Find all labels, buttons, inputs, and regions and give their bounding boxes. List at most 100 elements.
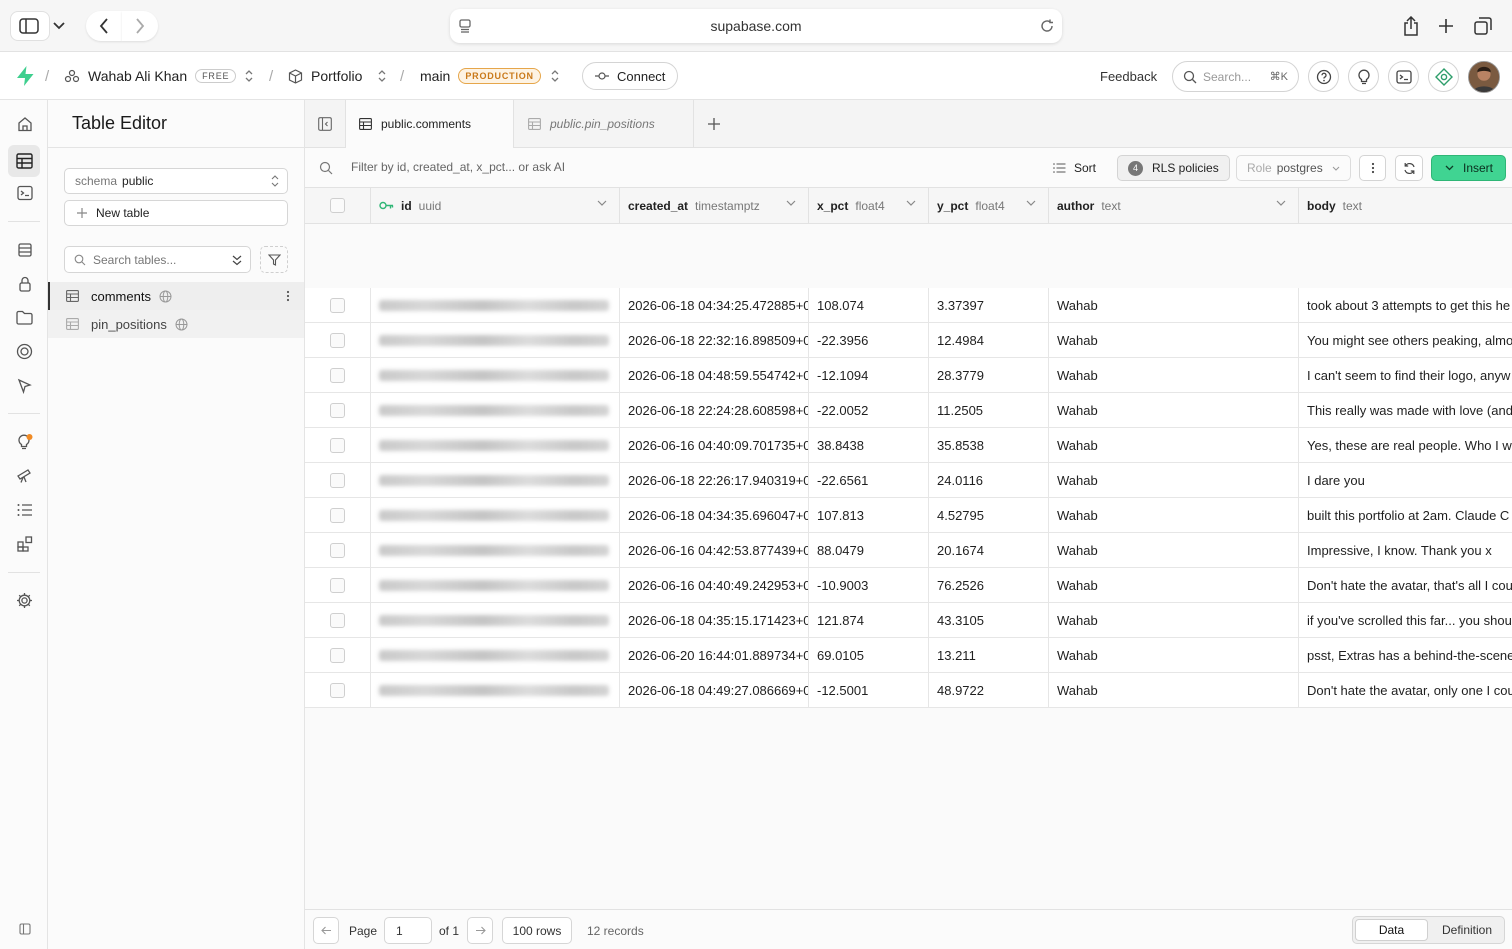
- id-cell[interactable]: [371, 533, 620, 568]
- column-header-body[interactable]: body text: [1299, 188, 1512, 224]
- auth-lock-icon[interactable]: [12, 271, 37, 296]
- collapse-sidebar-icon[interactable]: [305, 100, 346, 147]
- chevron-down-icon[interactable]: [906, 200, 916, 206]
- y-pct-cell[interactable]: 28.3779: [929, 358, 1049, 393]
- add-tab-icon[interactable]: [702, 100, 726, 148]
- storage-icon[interactable]: [12, 305, 37, 330]
- author-cell[interactable]: Wahab: [1049, 568, 1299, 603]
- sql-editor-icon[interactable]: [12, 180, 37, 205]
- id-cell[interactable]: [371, 673, 620, 708]
- y-pct-cell[interactable]: 4.52795: [929, 498, 1049, 533]
- logs-list-icon[interactable]: [12, 497, 37, 522]
- search-tables-input[interactable]: Search tables...: [64, 246, 251, 273]
- row-select-cell[interactable]: [305, 638, 371, 673]
- edge-functions-icon[interactable]: [12, 373, 37, 398]
- row-checkbox[interactable]: [330, 437, 345, 453]
- help-icon[interactable]: [1308, 61, 1339, 92]
- tab-public-comments[interactable]: public.comments: [346, 100, 514, 148]
- column-header-y-pct[interactable]: y_pct float4: [929, 188, 1049, 224]
- chevron-up-down-icon[interactable]: [244, 52, 254, 100]
- forward-icon[interactable]: [122, 11, 158, 41]
- created-at-cell[interactable]: 2026-06-18 04:35:15.171423+00: [620, 603, 809, 638]
- row-checkbox[interactable]: [330, 647, 345, 663]
- column-header-author[interactable]: author text: [1049, 188, 1299, 224]
- y-pct-cell[interactable]: 12.4984: [929, 323, 1049, 358]
- id-cell[interactable]: [371, 498, 620, 533]
- database-icon[interactable]: [12, 237, 37, 262]
- chevrons-icon[interactable]: [232, 254, 242, 266]
- body-cell[interactable]: psst, Extras has a behind-the-scene: [1299, 638, 1512, 673]
- row-select-cell[interactable]: [305, 568, 371, 603]
- body-cell[interactable]: You might see others peaking, almo: [1299, 323, 1512, 358]
- x-pct-cell[interactable]: -12.5001: [809, 673, 929, 708]
- project-name[interactable]: Portfolio: [311, 68, 362, 84]
- realtime-icon[interactable]: [12, 339, 37, 364]
- id-cell[interactable]: [371, 603, 620, 638]
- author-cell[interactable]: Wahab: [1049, 358, 1299, 393]
- table-editor-icon[interactable]: [8, 145, 40, 177]
- id-cell[interactable]: [371, 463, 620, 498]
- schema-selector[interactable]: schema public: [64, 168, 288, 194]
- created-at-cell[interactable]: 2026-06-20 16:44:01.889734+0: [620, 638, 809, 673]
- next-page-button[interactable]: [467, 917, 493, 944]
- chevron-up-down-icon[interactable]: [377, 52, 387, 100]
- org-switcher[interactable]: Wahab Ali Khan FREE: [64, 52, 237, 100]
- lightbulb-icon[interactable]: [1348, 61, 1379, 92]
- reports-telescope-icon[interactable]: [12, 463, 37, 488]
- y-pct-cell[interactable]: 3.37397: [929, 288, 1049, 323]
- x-pct-cell[interactable]: 121.874: [809, 603, 929, 638]
- row-select-cell[interactable]: [305, 323, 371, 358]
- filter-input[interactable]: Filter by id, created_at, x_pct... or as…: [351, 160, 565, 174]
- id-cell[interactable]: [371, 568, 620, 603]
- sidebar-toggle-icon[interactable]: [10, 11, 50, 41]
- body-cell[interactable]: built this portfolio at 2am. Claude C: [1299, 498, 1512, 533]
- advisor-icon[interactable]: [1428, 61, 1459, 92]
- settings-gear-icon[interactable]: [12, 588, 37, 613]
- y-pct-cell[interactable]: 20.1674: [929, 533, 1049, 568]
- back-icon[interactable]: [86, 11, 122, 41]
- x-pct-cell[interactable]: 108.074: [809, 288, 929, 323]
- x-pct-cell[interactable]: 107.813: [809, 498, 929, 533]
- author-cell[interactable]: Wahab: [1049, 323, 1299, 358]
- connect-button[interactable]: Connect: [582, 62, 679, 90]
- created-at-cell[interactable]: 2026-06-16 04:40:49.242953+0: [620, 568, 809, 603]
- id-cell[interactable]: [371, 428, 620, 463]
- project-switcher[interactable]: Portfolio: [288, 52, 362, 100]
- id-cell[interactable]: [371, 288, 620, 323]
- created-at-cell[interactable]: 2026-06-18 04:48:59.554742+0: [620, 358, 809, 393]
- chevron-down-icon[interactable]: [597, 200, 607, 206]
- tab-public-pin-positions[interactable]: public.pin_positions: [514, 100, 694, 147]
- y-pct-cell[interactable]: 35.8538: [929, 428, 1049, 463]
- column-header-x-pct[interactable]: x_pct float4: [809, 188, 929, 224]
- table-list-item-pin-positions[interactable]: pin_positions: [48, 310, 304, 338]
- row-checkbox[interactable]: [330, 612, 345, 628]
- column-header-id[interactable]: id uuid: [371, 188, 620, 224]
- y-pct-cell[interactable]: 76.2526: [929, 568, 1049, 603]
- created-at-cell[interactable]: 2026-06-16 04:42:53.877439+0: [620, 533, 809, 568]
- x-pct-cell[interactable]: -22.3956: [809, 323, 929, 358]
- row-checkbox[interactable]: [330, 542, 345, 558]
- org-name[interactable]: Wahab Ali Khan: [88, 68, 187, 84]
- row-checkbox[interactable]: [330, 332, 345, 348]
- table-list-item-comments[interactable]: comments: [48, 282, 304, 310]
- supabase-logo-icon[interactable]: [14, 52, 36, 100]
- body-cell[interactable]: Yes, these are real people. Who I w: [1299, 428, 1512, 463]
- rows-per-page-selector[interactable]: 100 rows: [502, 917, 572, 944]
- created-at-cell[interactable]: 2026-06-18 22:32:16.898509+0: [620, 323, 809, 358]
- previous-page-button[interactable]: [313, 917, 339, 944]
- data-tab-button[interactable]: Data: [1355, 919, 1428, 941]
- id-cell[interactable]: [371, 323, 620, 358]
- created-at-cell[interactable]: 2026-06-16 04:40:09.701735+0: [620, 428, 809, 463]
- definition-tab-button[interactable]: Definition: [1430, 919, 1504, 941]
- chevron-up-down-icon[interactable]: [550, 52, 560, 100]
- share-icon[interactable]: [1398, 11, 1424, 41]
- row-checkbox[interactable]: [330, 402, 345, 418]
- body-cell[interactable]: Don't hate the avatar, that's all I cou: [1299, 568, 1512, 603]
- url-text[interactable]: supabase.com: [450, 18, 1062, 34]
- new-table-button[interactable]: New table: [64, 200, 288, 226]
- row-select-cell[interactable]: [305, 428, 371, 463]
- branch-switcher[interactable]: main PRODUCTION: [420, 52, 541, 100]
- x-pct-cell[interactable]: 69.0105: [809, 638, 929, 673]
- created-at-cell[interactable]: 2026-06-18 22:24:28.608598+0: [620, 393, 809, 428]
- author-cell[interactable]: Wahab: [1049, 533, 1299, 568]
